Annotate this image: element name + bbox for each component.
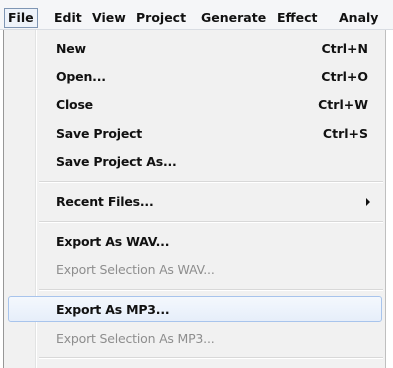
menu-item-shortcut: Ctrl+O <box>321 69 368 84</box>
menu-item-label: Save Project As... <box>56 154 177 169</box>
menu-item-label: Recent Files... <box>56 194 154 209</box>
menu-effect[interactable]: Effect <box>274 8 321 28</box>
menu-separator <box>39 221 383 223</box>
menu-item-shortcut: Ctrl+N <box>321 41 368 56</box>
menu-item-label: Export As MP3... <box>56 302 170 317</box>
menu-item-export-selection-mp3[interactable]: Export Selection As MP3... <box>8 327 382 351</box>
menu-item-open[interactable]: Open... Ctrl+O <box>8 65 382 89</box>
menu-separator <box>39 289 383 291</box>
menu-file[interactable]: File <box>4 8 38 28</box>
menu-item-label: Close <box>56 97 93 112</box>
menu-item-shortcut: Ctrl+W <box>318 97 368 112</box>
menu-item-label: New <box>56 41 86 56</box>
menu-item-save-project-as[interactable]: Save Project As... <box>8 150 382 174</box>
menu-separator <box>39 357 383 359</box>
menu-item-shortcut: Ctrl+S <box>322 126 368 141</box>
file-menu-dropdown: New Ctrl+N Open... Ctrl+O Close Ctrl+W S… <box>3 30 386 368</box>
menu-item-save-project[interactable]: Save Project Ctrl+S <box>8 122 382 146</box>
menu-view[interactable]: View <box>89 8 129 28</box>
menu-item-new[interactable]: New Ctrl+N <box>8 37 382 61</box>
menu-item-export-wav[interactable]: Export As WAV... <box>8 230 382 254</box>
menu-generate[interactable]: Generate <box>198 8 269 28</box>
menu-item-label: Export Selection As MP3... <box>56 331 215 346</box>
menu-separator <box>39 181 383 183</box>
menu-item-label: Export As WAV... <box>56 234 170 249</box>
menu-item-label: Save Project <box>56 126 143 141</box>
menu-item-recent-files[interactable]: Recent Files... <box>8 190 382 214</box>
menu-edit[interactable]: Edit <box>51 8 85 28</box>
menu-item-export-selection-wav[interactable]: Export Selection As WAV... <box>8 258 382 282</box>
menu-bar: File Edit View Project Generate Effect A… <box>0 0 393 30</box>
submenu-arrow-icon <box>366 198 370 206</box>
menu-project[interactable]: Project <box>133 8 189 28</box>
menu-item-label: Export Selection As WAV... <box>56 262 215 277</box>
menu-item-label: Open... <box>56 69 106 84</box>
menu-item-close[interactable]: Close Ctrl+W <box>8 93 382 117</box>
menu-analyze[interactable]: Analy <box>336 8 381 28</box>
menu-item-export-mp3[interactable]: Export As MP3... <box>8 296 382 322</box>
